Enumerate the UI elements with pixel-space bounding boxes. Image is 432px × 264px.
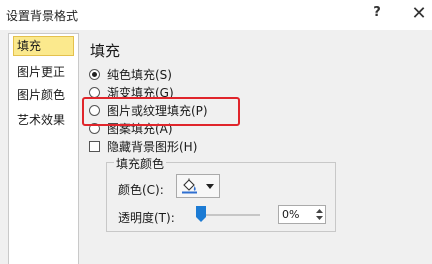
hide-background-label[interactable]: 隐藏背景图形(H) [107,138,197,155]
solid-fill-label[interactable]: 纯色填充(S) [107,66,172,83]
title-bar: 设置背景格式 ? ✕ [0,0,432,30]
category-sidebar: 填充 图片更正 图片颜色 艺术效果 [8,33,79,264]
color-label: 颜色(C): [118,183,164,197]
transparency-value: 0% [282,208,300,221]
transparency-slider-thumb[interactable] [196,206,206,222]
dialog-title: 设置背景格式 [6,9,79,23]
color-picker-button[interactable] [176,174,220,198]
highlight-annotation-box [82,97,240,126]
transparency-label: 透明度(T): [118,211,175,225]
paint-bucket-icon [182,178,197,194]
fill-color-group-title: 填充颜色 [114,155,167,172]
spinner-arrows-icon[interactable] [315,207,324,222]
sidebar-item-artistic-effects[interactable]: 艺术效果 [13,110,74,130]
transparency-input[interactable]: 0% [278,205,326,224]
help-button[interactable]: ? [368,5,386,25]
sidebar-item-fill[interactable]: 填充 [13,36,74,56]
hide-background-checkbox[interactable] [89,141,100,152]
sidebar-item-picture-corrections[interactable]: 图片更正 [13,62,74,82]
section-title: 填充 [90,42,121,60]
close-button[interactable]: ✕ [409,3,429,25]
solid-fill-radio[interactable] [89,69,100,80]
sidebar-item-picture-color[interactable]: 图片颜色 [13,85,74,105]
chevron-down-icon [206,184,214,189]
